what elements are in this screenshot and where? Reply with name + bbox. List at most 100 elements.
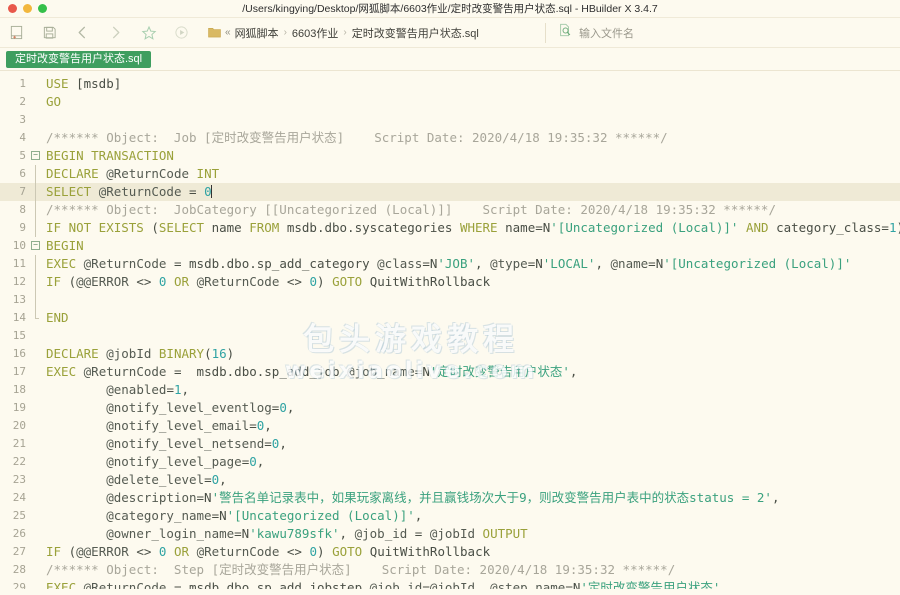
code-line[interactable]: 20 @notify_level_email=0, — [0, 417, 900, 435]
fold-gutter-empty — [30, 561, 41, 579]
line-number: 16 — [12, 347, 26, 360]
code-line[interactable]: 22 @notify_level_page=0, — [0, 453, 900, 471]
code-line[interactable]: 4 /****** Object: Job [定时改变警告用户状态] Script… — [0, 129, 900, 147]
code-line[interactable]: 24 @description=N'警告名单记录表中，如果玩家离线，并且赢钱场次… — [0, 489, 900, 507]
line-content: @description=N'警告名单记录表中，如果玩家离线，并且赢钱场次大于9… — [106, 490, 780, 505]
code-line[interactable]: 2 GO — [0, 93, 900, 111]
fold-gutter-empty — [30, 75, 41, 93]
line-number: 2 — [19, 95, 26, 108]
code-line[interactable]: 11 EXEC @ReturnCode = msdb.dbo.sp_add_cat… — [0, 255, 900, 273]
line-content: EXEC @ReturnCode = msdb.dbo.sp_add_categ… — [46, 256, 852, 271]
fold-guide-line — [30, 273, 41, 291]
run-icon[interactable] — [165, 18, 198, 47]
zoom-button[interactable] — [38, 4, 47, 13]
fold-toggle-icon[interactable]: − — [30, 237, 41, 255]
code-line[interactable]: 10− BEGIN — [0, 237, 900, 255]
fold-gutter-empty — [30, 327, 41, 345]
line-content: @owner_login_name=N'kawu789sfk', @job_id… — [106, 526, 528, 541]
folder-icon — [208, 27, 221, 38]
fold-gutter-empty — [30, 129, 41, 147]
breadcrumb[interactable]: « 网狐脚本 › 6603作业 › 定时改变警告用户状态.sql — [208, 18, 479, 47]
code-line[interactable]: 27 IF (@@ERROR <> 0 OR @ReturnCode <> 0) … — [0, 543, 900, 561]
tab-active-file[interactable]: 定时改变警告用户状态.sql — [6, 50, 152, 68]
line-number: 14 — [12, 311, 26, 324]
code-line[interactable]: 21 @notify_level_netsend=0, — [0, 435, 900, 453]
code-line[interactable]: 6 DECLARE @ReturnCode INT — [0, 165, 900, 183]
line-content: /****** Object: Step [定时改变警告用户状态] Script… — [46, 562, 676, 577]
code-line[interactable]: 16 DECLARE @jobId BINARY(16) — [0, 345, 900, 363]
new-file-icon[interactable] — [0, 18, 33, 47]
line-content: @notify_level_eventlog=0, — [106, 400, 295, 415]
window-title: /Users/kingying/Desktop/网狐脚本/6603作业/定时改变… — [242, 3, 658, 15]
back-arrow-icon[interactable] — [66, 18, 99, 47]
line-content: EXEC @ReturnCode = msdb.dbo.sp_add_job @… — [46, 364, 578, 379]
line-number: 19 — [12, 401, 26, 414]
chevron-right-icon-1: › — [343, 27, 347, 38]
breadcrumb-item-2[interactable]: 定时改变警告用户状态.sql — [352, 25, 479, 41]
code-line[interactable]: 18 @enabled=1, — [0, 381, 900, 399]
code-line[interactable]: 15 — [0, 327, 900, 345]
code-line[interactable]: 8 /****** Object: JobCategory [[Uncategor… — [0, 201, 900, 219]
code-line[interactable]: 19 @notify_level_eventlog=0, — [0, 399, 900, 417]
fold-guide-line — [30, 255, 41, 273]
code-line[interactable]: 26 @owner_login_name=N'kawu789sfk', @job… — [0, 525, 900, 543]
save-icon[interactable] — [33, 18, 66, 47]
line-number: 7 — [19, 185, 26, 198]
fold-gutter-empty — [30, 93, 41, 111]
fold-gutter-empty — [30, 381, 41, 399]
code-line[interactable]: 23 @delete_level=0, — [0, 471, 900, 489]
code-line[interactable]: 28 /****** Object: Step [定时改变警告用户状态] Scri… — [0, 561, 900, 579]
breadcrumb-collapse[interactable]: « — [225, 27, 231, 38]
line-content: GO — [46, 94, 62, 109]
code-line[interactable]: 25 @category_name=N'[Uncategorized (Loca… — [0, 507, 900, 525]
fold-gutter-empty — [30, 507, 41, 525]
file-search-field[interactable]: 输入文件名 — [545, 22, 890, 43]
line-content: @notify_level_email=0, — [106, 418, 272, 433]
line-number: 4 — [19, 131, 26, 144]
line-content: BEGIN TRANSACTION — [46, 148, 174, 163]
minimize-button[interactable] — [23, 4, 32, 13]
code-line[interactable]: 7 SELECT @ReturnCode = 0 — [0, 183, 900, 201]
line-number: 20 — [12, 419, 26, 432]
line-content: USE [msdb] — [46, 76, 122, 91]
code-line[interactable]: 12 IF (@@ERROR <> 0 OR @ReturnCode <> 0) … — [0, 273, 900, 291]
code-line[interactable]: 9 IF NOT EXISTS (SELECT name FROM msdb.db… — [0, 219, 900, 237]
line-number: 6 — [19, 167, 26, 180]
breadcrumb-item-1[interactable]: 6603作业 — [292, 25, 338, 41]
code-line[interactable]: 3 — [0, 111, 900, 129]
fold-gutter-empty — [30, 399, 41, 417]
text-cursor — [210, 185, 212, 198]
line-content: @delete_level=0, — [106, 472, 227, 487]
fold-toggle-icon[interactable]: − — [30, 147, 41, 165]
line-number: 29 — [12, 581, 26, 589]
line-content: @enabled=1, — [106, 382, 190, 397]
breadcrumb-item-0[interactable]: 网狐脚本 — [235, 25, 279, 41]
line-content — [41, 327, 900, 345]
code-line[interactable]: 17 EXEC @ReturnCode = msdb.dbo.sp_add_job… — [0, 363, 900, 381]
window-controls — [0, 4, 47, 13]
fold-guide-end — [30, 309, 41, 327]
code-line[interactable]: 29 EXEC @ReturnCode = msdb.dbo.sp_add_job… — [0, 579, 900, 589]
line-content: IF NOT EXISTS (SELECT name FROM msdb.dbo… — [46, 220, 900, 235]
line-number: 23 — [12, 473, 26, 486]
line-number: 15 — [12, 329, 26, 342]
fold-gutter-empty — [30, 435, 41, 453]
code-line[interactable]: 5− BEGIN TRANSACTION — [0, 147, 900, 165]
fold-gutter-empty — [30, 579, 41, 589]
fold-gutter-empty — [30, 345, 41, 363]
close-button[interactable] — [8, 4, 17, 13]
line-number: 28 — [12, 563, 26, 576]
code-line[interactable]: 14 END — [0, 309, 900, 327]
fold-guide-line — [30, 291, 41, 309]
line-content: END — [46, 310, 69, 325]
code-lines: 1 USE [msdb] 2 GO 3 4 /****** Object: Job [定时改… — [0, 71, 900, 589]
line-number: 1 — [19, 77, 26, 90]
line-number: 27 — [12, 545, 26, 558]
code-line[interactable]: 1 USE [msdb] — [0, 75, 900, 93]
code-editor[interactable]: 1 USE [msdb] 2 GO 3 4 /****** Object: Job [定时改… — [0, 71, 900, 589]
code-line[interactable]: 13 — [0, 291, 900, 309]
star-icon[interactable] — [132, 18, 165, 47]
fold-gutter-empty — [30, 471, 41, 489]
forward-arrow-icon[interactable] — [99, 18, 132, 47]
line-content: DECLARE @ReturnCode INT — [46, 166, 220, 181]
